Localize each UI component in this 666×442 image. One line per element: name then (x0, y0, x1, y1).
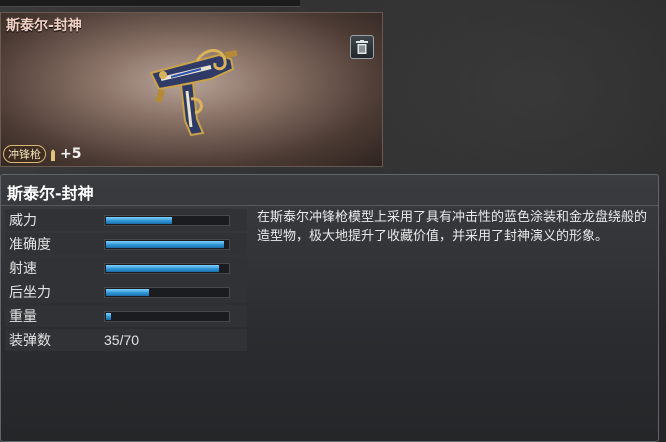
item-badges: 冲锋枪 +5 (3, 145, 81, 163)
stat-row-weight: 重量 (5, 305, 247, 327)
stat-bar-fill (106, 216, 173, 224)
stat-bar (104, 310, 230, 322)
stat-bar-fill (106, 264, 220, 272)
item-name: 斯泰尔-封神 (6, 18, 82, 34)
stat-bar (104, 286, 230, 298)
stat-label: 装弹数 (9, 333, 51, 349)
stat-label: 射速 (9, 261, 37, 277)
stat-label: 准确度 (9, 237, 51, 253)
stat-bar (104, 214, 230, 226)
magazine-value: 35/70 (104, 332, 140, 348)
item-card[interactable]: 斯泰尔-封神 冲锋枪 +5 (0, 12, 383, 167)
weapon-image (149, 49, 238, 137)
detail-panel: 斯泰尔-封神 威力 准确度 射速 后坐力 重量 装弹数 35/70 在斯泰尔冲锋… (0, 174, 659, 442)
stats-list: 威力 准确度 射速 后坐力 重量 装弹数 35/70 (5, 209, 247, 353)
ammo-bonus: +5 (60, 146, 82, 162)
stat-label: 威力 (9, 213, 37, 229)
weapon-type-badge: 冲锋枪 (3, 145, 46, 163)
stat-label: 后坐力 (9, 285, 51, 301)
top-strip (0, 0, 300, 7)
item-description: 在斯泰尔冲锋枪模型上采用了具有冲击性的蓝色涂装和金龙盘绕般的造型物，极大地提升了… (257, 210, 648, 244)
bullet-icon (51, 149, 55, 161)
stat-bar-fill (106, 240, 225, 248)
stat-bar (104, 238, 230, 250)
stat-row-accuracy: 准确度 (5, 233, 247, 255)
stat-bar-fill (106, 312, 112, 320)
stat-label: 重量 (9, 309, 37, 325)
stat-row-fire-rate: 射速 (5, 257, 247, 279)
detail-title: 斯泰尔-封神 (7, 184, 94, 203)
stat-row-recoil: 后坐力 (5, 281, 247, 303)
stat-bar (104, 262, 230, 274)
delete-button[interactable] (350, 35, 374, 59)
stat-row-magazine: 装弹数 35/70 (5, 329, 247, 351)
stat-row-power: 威力 (5, 209, 247, 231)
trash-icon (356, 40, 368, 54)
stat-bar-fill (106, 288, 149, 296)
title-divider (1, 205, 658, 206)
